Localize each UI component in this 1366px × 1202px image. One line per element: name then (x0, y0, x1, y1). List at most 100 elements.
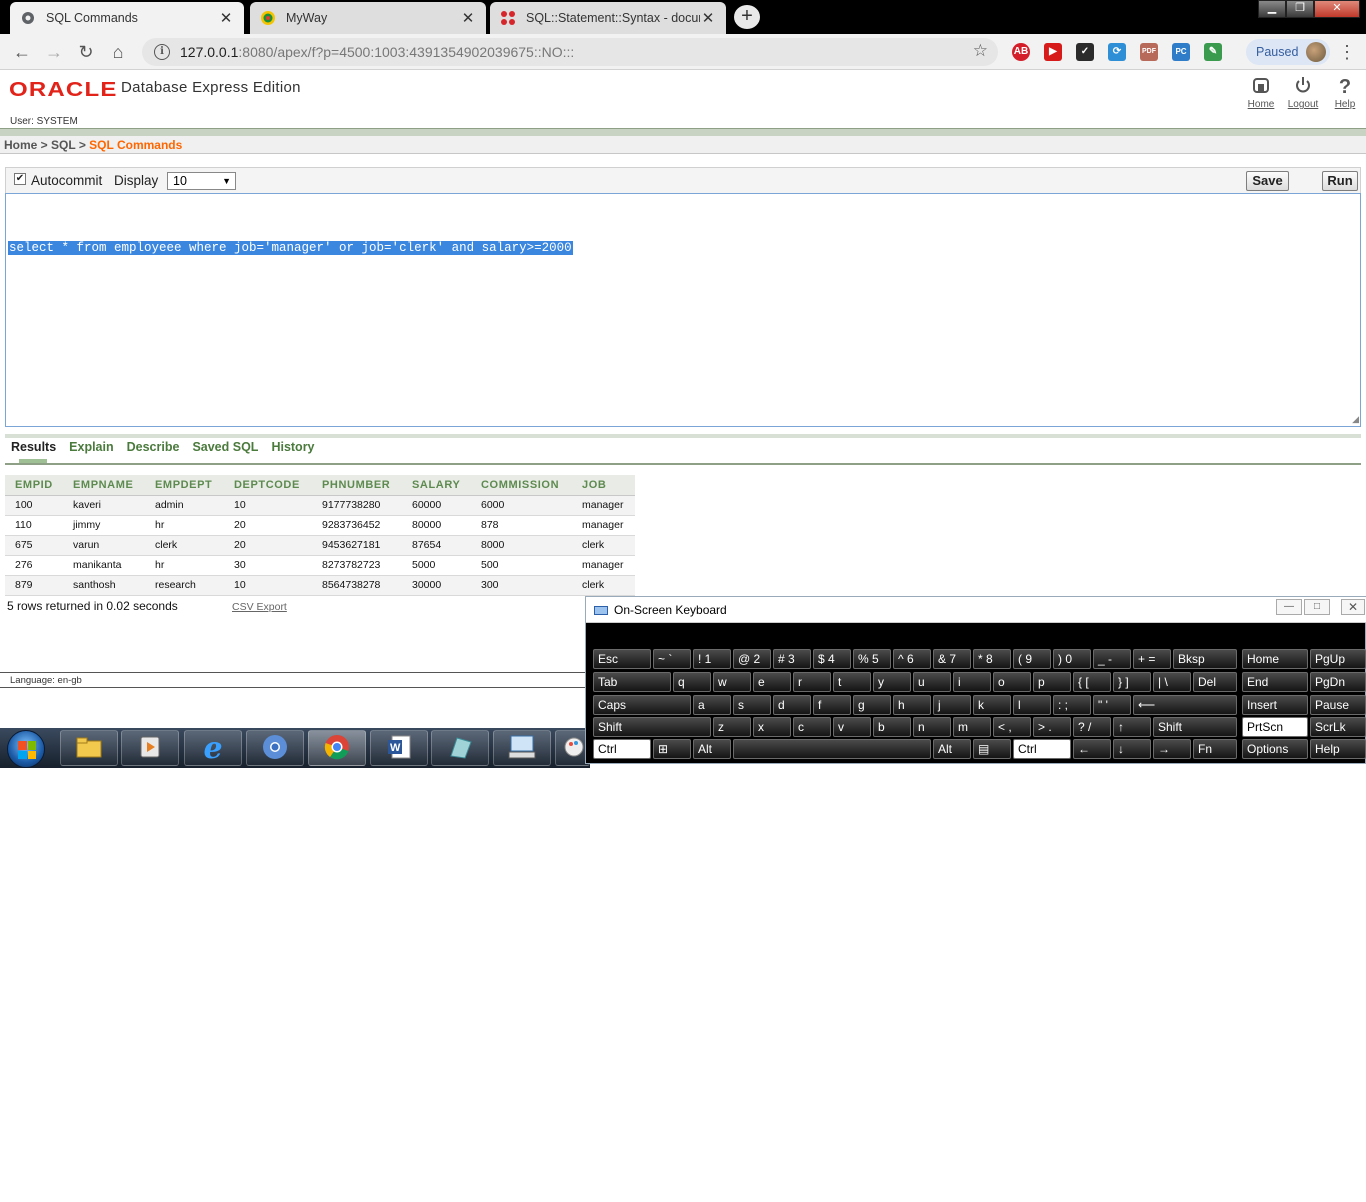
key-right-arrow[interactable]: → (1153, 739, 1191, 759)
edit-extension-icon[interactable]: ✎ (1204, 43, 1222, 61)
profile-paused-button[interactable]: Paused (1246, 39, 1330, 65)
key-5[interactable]: % 5 (853, 649, 891, 669)
key-g[interactable]: g (853, 695, 891, 715)
key-l[interactable]: l (1013, 695, 1051, 715)
save-button[interactable]: Save (1246, 171, 1289, 191)
key-n[interactable]: n (913, 717, 951, 737)
key-tilde[interactable]: ~ ` (653, 649, 691, 669)
osk-close-button[interactable]: ✕ (1341, 599, 1365, 615)
taskbar-explorer[interactable] (60, 730, 118, 766)
run-button[interactable]: Run (1322, 171, 1358, 191)
close-window-button[interactable]: ✕ (1314, 0, 1360, 18)
key-b[interactable]: b (873, 717, 911, 737)
key-backslash[interactable]: | \ (1153, 672, 1191, 692)
key-r[interactable]: r (793, 672, 831, 692)
header-home-link[interactable]: Home (1243, 75, 1279, 110)
key-c[interactable]: c (793, 717, 831, 737)
taskbar-media-player[interactable] (121, 730, 179, 766)
key-comma[interactable]: < , (993, 717, 1031, 737)
key-8[interactable]: * 8 (973, 649, 1011, 669)
header-logout-link[interactable]: Logout (1285, 75, 1321, 110)
taskbar-word[interactable]: W (370, 730, 428, 766)
tab-results[interactable]: Results (11, 440, 56, 454)
osk-maximize-button[interactable]: □ (1304, 599, 1330, 615)
key-down-arrow[interactable]: ↓ (1113, 739, 1151, 759)
key-semicolon[interactable]: : ; (1053, 695, 1091, 715)
key-tab[interactable]: Tab (593, 672, 671, 692)
taskbar-chrome[interactable] (308, 730, 366, 766)
bookmark-star-icon[interactable]: ☆ (973, 41, 988, 61)
maximize-button[interactable]: ❐ (1286, 0, 1314, 18)
key-q[interactable]: q (673, 672, 711, 692)
key-del[interactable]: Del (1193, 672, 1237, 692)
key-f[interactable]: f (813, 695, 851, 715)
site-info-icon[interactable]: i (154, 44, 170, 60)
key-left-alt[interactable]: Alt (693, 739, 731, 759)
key-a[interactable]: a (693, 695, 731, 715)
key-k[interactable]: k (973, 695, 1011, 715)
key-insert[interactable]: Insert (1242, 695, 1308, 715)
key-pgdn[interactable]: PgDn (1310, 672, 1366, 692)
tab-saved-sql[interactable]: Saved SQL (192, 440, 258, 454)
menu-kebab-icon[interactable]: ⋮ (1338, 42, 1356, 63)
key-slash[interactable]: ? / (1073, 717, 1111, 737)
browser-tab-sql-statement-syntax[interactable]: SQL::Statement::Syntax - docume ✕ (490, 2, 726, 34)
key-backspace[interactable]: Bksp (1173, 649, 1237, 669)
key-home[interactable]: Home (1242, 649, 1308, 669)
pdf-extension-icon[interactable]: PDF (1140, 43, 1158, 61)
osk-minimize-button[interactable]: — (1276, 599, 1302, 615)
key-equals[interactable]: + = (1133, 649, 1171, 669)
key-2[interactable]: @ 2 (733, 649, 771, 669)
key-fn[interactable]: Fn (1193, 739, 1237, 759)
tab-history[interactable]: History (271, 440, 314, 454)
taskbar-notes[interactable] (431, 730, 489, 766)
youtube-extension-icon[interactable]: ▶ (1044, 43, 1062, 61)
browser-tab-myway[interactable]: MyWay ✕ (250, 2, 486, 34)
key-o[interactable]: o (993, 672, 1031, 692)
tab-close-icon[interactable]: ✕ (218, 9, 234, 27)
editor-results-splitter[interactable] (5, 434, 1361, 438)
key-left-ctrl[interactable]: Ctrl (593, 739, 651, 759)
key-right-alt[interactable]: Alt (933, 739, 971, 759)
key-v[interactable]: v (833, 717, 871, 737)
minimize-button[interactable]: ▁ (1258, 0, 1286, 18)
new-tab-button[interactable]: + (734, 5, 760, 29)
key-up-arrow[interactable]: ↑ (1113, 717, 1151, 737)
browser-tab-sql-commands[interactable]: SQL Commands ✕ (10, 2, 244, 34)
back-icon[interactable]: ← (10, 40, 34, 64)
key-scrlk[interactable]: ScrLk (1310, 717, 1366, 737)
reload-icon[interactable]: ↻ (74, 40, 98, 64)
key-esc[interactable]: Esc (593, 649, 651, 669)
key-1[interactable]: ! 1 (693, 649, 731, 669)
key-7[interactable]: & 7 (933, 649, 971, 669)
key-4[interactable]: $ 4 (813, 649, 851, 669)
taskbar-chromium[interactable] (246, 730, 304, 766)
key-menu[interactable]: ▤ (973, 739, 1011, 759)
key-j[interactable]: j (933, 695, 971, 715)
key-e[interactable]: e (753, 672, 791, 692)
key-end[interactable]: End (1242, 672, 1308, 692)
key-m[interactable]: m (953, 717, 991, 737)
address-bar[interactable]: i 127.0.0.1:8080/apex/f?p=4500:1003:4391… (142, 38, 998, 66)
adblock-extension-icon[interactable]: AB (1012, 43, 1030, 61)
key-x[interactable]: x (753, 717, 791, 737)
key-3[interactable]: # 3 (773, 649, 811, 669)
key-close-bracket[interactable]: } ] (1113, 672, 1151, 692)
key-right-shift[interactable]: Shift (1153, 717, 1237, 737)
key-options[interactable]: Options (1242, 739, 1308, 759)
key-left-shift[interactable]: Shift (593, 717, 711, 737)
tab-describe[interactable]: Describe (127, 440, 180, 454)
key-z[interactable]: z (713, 717, 751, 737)
key-s[interactable]: s (733, 695, 771, 715)
key-caps[interactable]: Caps (593, 695, 691, 715)
autocommit-checkbox[interactable]: ✔ (14, 173, 26, 185)
key-y[interactable]: y (873, 672, 911, 692)
key-i[interactable]: i (953, 672, 991, 692)
checklist-extension-icon[interactable]: ✓ (1076, 43, 1094, 61)
key-pgup[interactable]: PgUp (1310, 649, 1366, 669)
tab-explain[interactable]: Explain (69, 440, 113, 454)
key-t[interactable]: t (833, 672, 871, 692)
key-u[interactable]: u (913, 672, 951, 692)
breadcrumb-sql[interactable]: SQL (51, 138, 75, 152)
key-enter[interactable]: ⟵ (1133, 695, 1237, 715)
